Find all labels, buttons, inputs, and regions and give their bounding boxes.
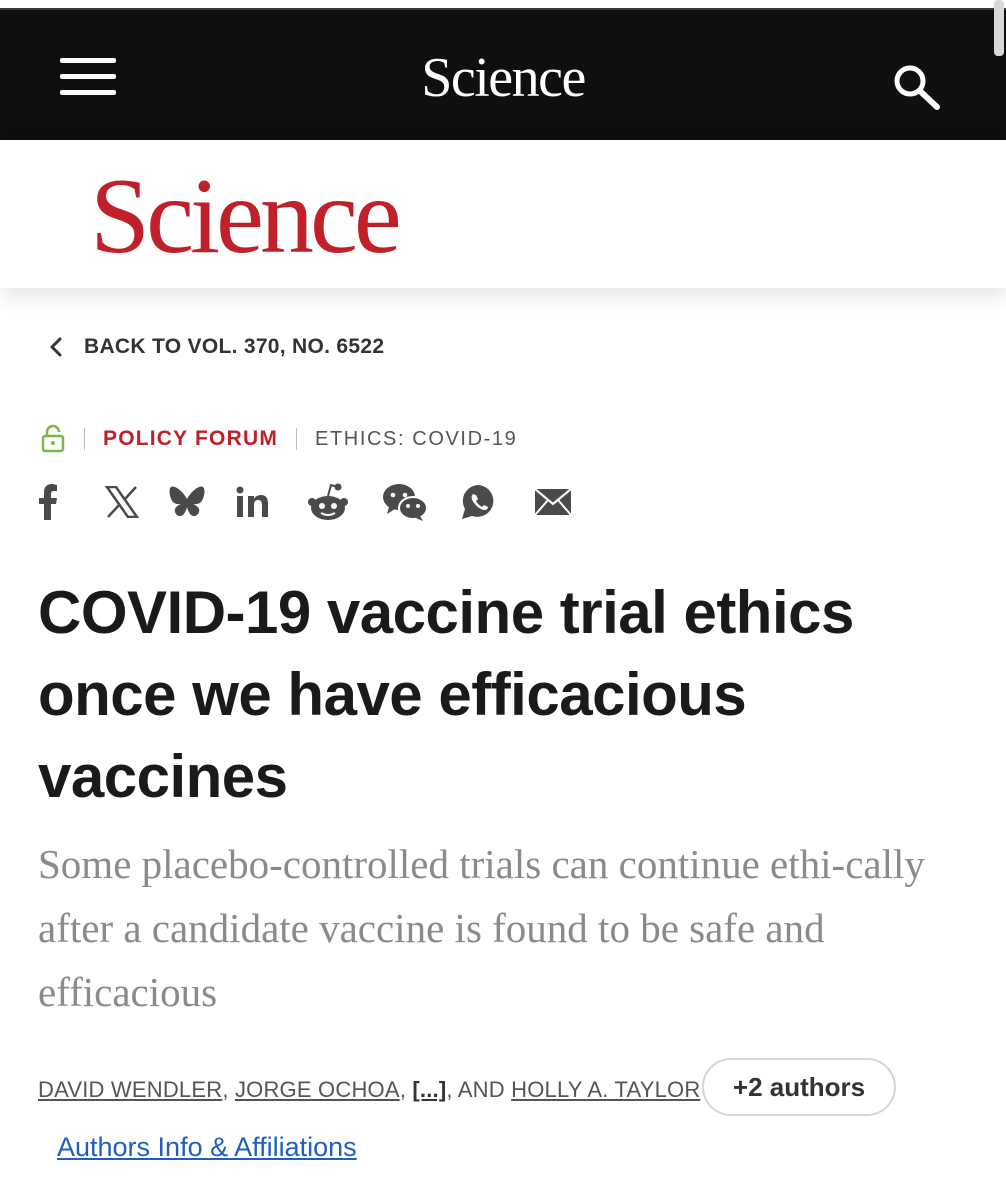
author-link[interactable]: DAVID WENDLER bbox=[38, 1077, 222, 1103]
open-access-lock-icon bbox=[41, 424, 65, 453]
share-toolbar bbox=[36, 480, 596, 524]
reddit-icon[interactable] bbox=[306, 480, 350, 524]
chevron-left-icon bbox=[50, 337, 62, 357]
article-section-label[interactable]: POLICY FORUM bbox=[103, 427, 278, 451]
author-conjunction: , AND bbox=[446, 1077, 505, 1102]
expand-authors-ellipsis[interactable]: [...] bbox=[412, 1077, 446, 1103]
science-logo[interactable]: Science bbox=[90, 162, 402, 272]
top-header-bar: Science bbox=[0, 0, 1006, 140]
x-twitter-icon[interactable] bbox=[104, 480, 140, 524]
search-icon[interactable] bbox=[890, 62, 944, 110]
back-link-label: BACK TO VOL. 370, NO. 6522 bbox=[84, 335, 385, 358]
author-list: DAVID WENDLER, JORGE OCHOA, [...] , AND … bbox=[38, 1077, 701, 1103]
linkedin-icon[interactable] bbox=[236, 480, 270, 524]
back-to-issue-link[interactable]: BACK TO VOL. 370, NO. 6522 bbox=[46, 332, 384, 362]
bluesky-icon[interactable] bbox=[168, 480, 206, 524]
email-icon[interactable] bbox=[534, 480, 572, 524]
meta-separator bbox=[84, 428, 85, 450]
article-topic-label[interactable]: ETHICS: COVID-19 bbox=[315, 428, 517, 451]
logo-band: Science bbox=[0, 140, 1006, 288]
author-link[interactable]: HOLLY A. TAYLOR bbox=[511, 1077, 700, 1103]
article-subtitle: Some placebo-controlled trials can conti… bbox=[38, 841, 925, 1015]
wechat-icon[interactable] bbox=[382, 480, 428, 524]
author-link[interactable]: JORGE OCHOA bbox=[235, 1077, 400, 1103]
article-meta-row: POLICY FORUM ETHICS: COVID-19 bbox=[40, 424, 517, 454]
header-top-stripe bbox=[0, 8, 1006, 10]
article-title: COVID-19 vaccine trial ethics once we ha… bbox=[38, 579, 854, 810]
header-brand-logo[interactable]: Science bbox=[0, 48, 1006, 108]
meta-separator bbox=[296, 428, 298, 450]
whatsapp-icon[interactable] bbox=[460, 480, 498, 524]
facebook-icon[interactable] bbox=[36, 480, 60, 524]
more-authors-button[interactable]: +2 authors bbox=[702, 1058, 896, 1116]
authors-affiliations-link[interactable]: Authors Info & Affiliations bbox=[57, 1132, 357, 1163]
